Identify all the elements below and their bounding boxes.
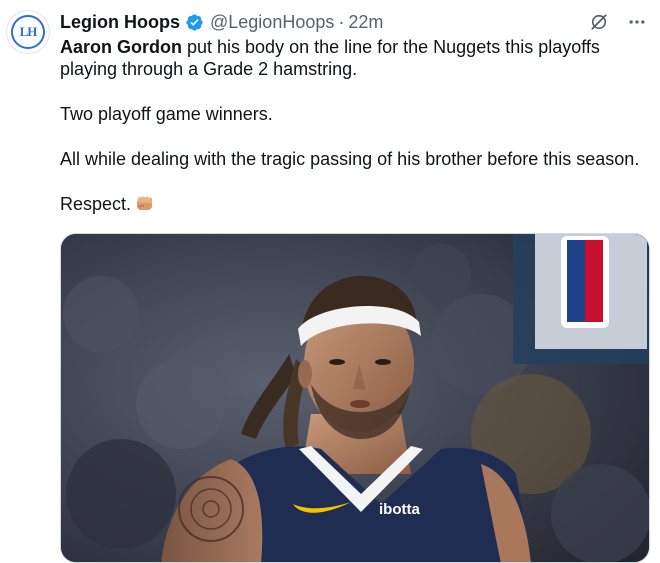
player-photo: ibotta: [61, 234, 649, 562]
tweet-header: Legion Hoops @LegionHoops · 22m: [60, 11, 383, 33]
tweet-line-3: All while dealing with the tragic passin…: [60, 149, 640, 169]
fist-emoji-icon: [135, 195, 155, 218]
more-options-icon[interactable]: [624, 9, 650, 35]
mention-link[interactable]: Aaron Gordon: [60, 37, 182, 57]
avatar-logo: LH: [11, 15, 45, 49]
tweet-media-photo[interactable]: ibotta: [60, 233, 650, 563]
author-avatar[interactable]: LH: [6, 10, 50, 54]
tweet-line-1: Aaron Gordon put his body on the line fo…: [60, 36, 650, 80]
tweet-actions-top: [586, 9, 650, 35]
author-handle[interactable]: @LegionHoops: [210, 12, 334, 33]
tweet-line-4: Respect.: [60, 193, 650, 218]
tweet-line-4-text: Respect.: [60, 194, 132, 214]
separator-dot: ·: [338, 11, 345, 32]
grok-icon[interactable]: [586, 9, 612, 35]
tweet-line-2: Two playoff game winners.: [60, 104, 273, 124]
tweet-text: Aaron Gordon put his body on the line fo…: [60, 36, 650, 241]
verified-badge-icon: [185, 13, 204, 32]
author-name[interactable]: Legion Hoops: [60, 12, 180, 33]
tweet-timestamp[interactable]: 22m: [348, 12, 383, 33]
jersey-sponsor-text: ibotta: [379, 501, 420, 518]
